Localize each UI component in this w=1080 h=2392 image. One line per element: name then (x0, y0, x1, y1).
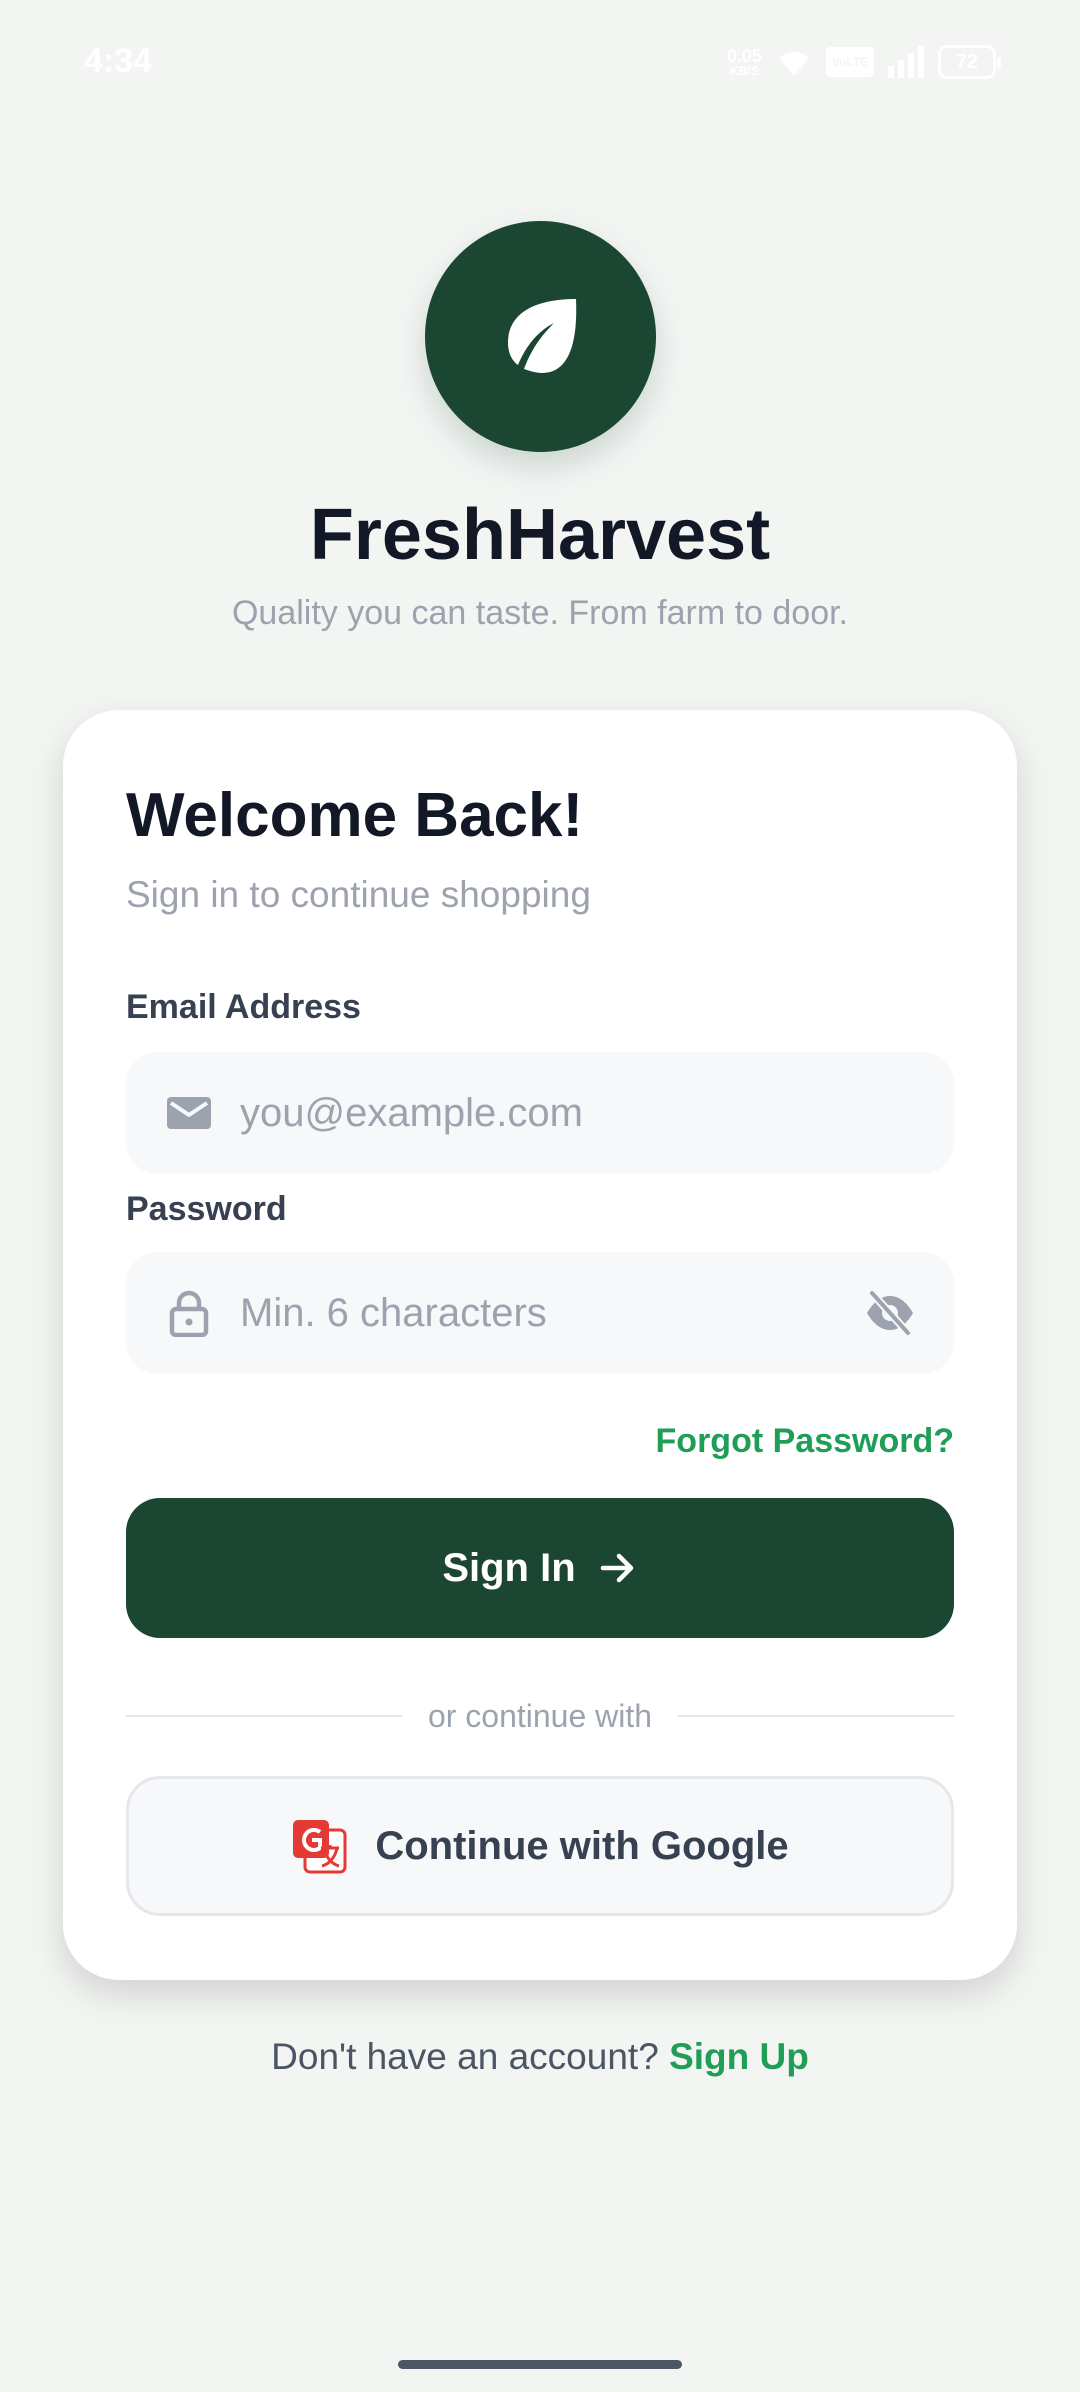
divider: or continue with (126, 1694, 954, 1738)
battery-level: 72 (955, 50, 979, 73)
password-placeholder: Min. 6 characters (240, 1290, 547, 1335)
home-indicator[interactable] (398, 2360, 682, 2369)
sign-up-prompt: Don't have an account? (271, 2036, 659, 2077)
email-label: Email Address (126, 988, 361, 1026)
network-speed-value: 0.05 (726, 46, 762, 66)
status-icons: 0.05 KB/S VoLTE 72 (727, 40, 1001, 84)
status-bar: 4:34 0.05 KB/S VoLTE 72 (0, 0, 1080, 124)
divider-line-left (126, 1715, 402, 1717)
divider-text: or continue with (427, 1697, 653, 1734)
email-placeholder: you@example.com (240, 1090, 583, 1135)
wifi-icon (778, 52, 809, 76)
network-speed-unit: KB/S (729, 64, 759, 78)
google-translate-icon (293, 1820, 347, 1874)
sign-in-label: Sign In (442, 1545, 576, 1590)
arrow-right-icon (600, 1553, 633, 1583)
google-sign-in-button[interactable]: Continue with Google (126, 1776, 954, 1916)
login-subtitle: Sign in to continue shopping (126, 874, 591, 915)
forgot-password-link[interactable]: Forgot Password? (656, 1422, 954, 1461)
eye-off-icon[interactable] (864, 1287, 916, 1339)
app-tagline: Quality you can taste. From farm to door… (231, 594, 849, 632)
password-field[interactable]: Min. 6 characters (126, 1252, 954, 1374)
app-name: FreshHarvest (309, 495, 771, 575)
sign-in-button[interactable]: Sign In (126, 1498, 954, 1638)
google-button-label: Continue with Google (375, 1823, 789, 1868)
login-title: Welcome Back! (126, 781, 584, 850)
network-speed: 0.05 KB/S (727, 47, 762, 77)
status-time: 4:34 (84, 42, 153, 80)
email-field[interactable]: you@example.com (126, 1052, 954, 1174)
battery-icon: 72 (938, 45, 1001, 79)
login-card: Welcome Back! Sign in to continue shoppi… (63, 710, 1017, 1980)
sign-up-link[interactable]: Sign Up (669, 2036, 809, 2077)
signal-icon (888, 46, 924, 78)
mail-icon (167, 1097, 211, 1129)
volte-badge: VoLTE (825, 47, 874, 77)
app-logo (425, 221, 656, 452)
leaf-icon (507, 298, 576, 373)
lock-icon (169, 1290, 209, 1337)
password-label: Password (126, 1190, 287, 1228)
sign-up-row: Don't have an account? Sign Up (0, 2036, 1080, 2078)
divider-line-right (678, 1715, 954, 1717)
